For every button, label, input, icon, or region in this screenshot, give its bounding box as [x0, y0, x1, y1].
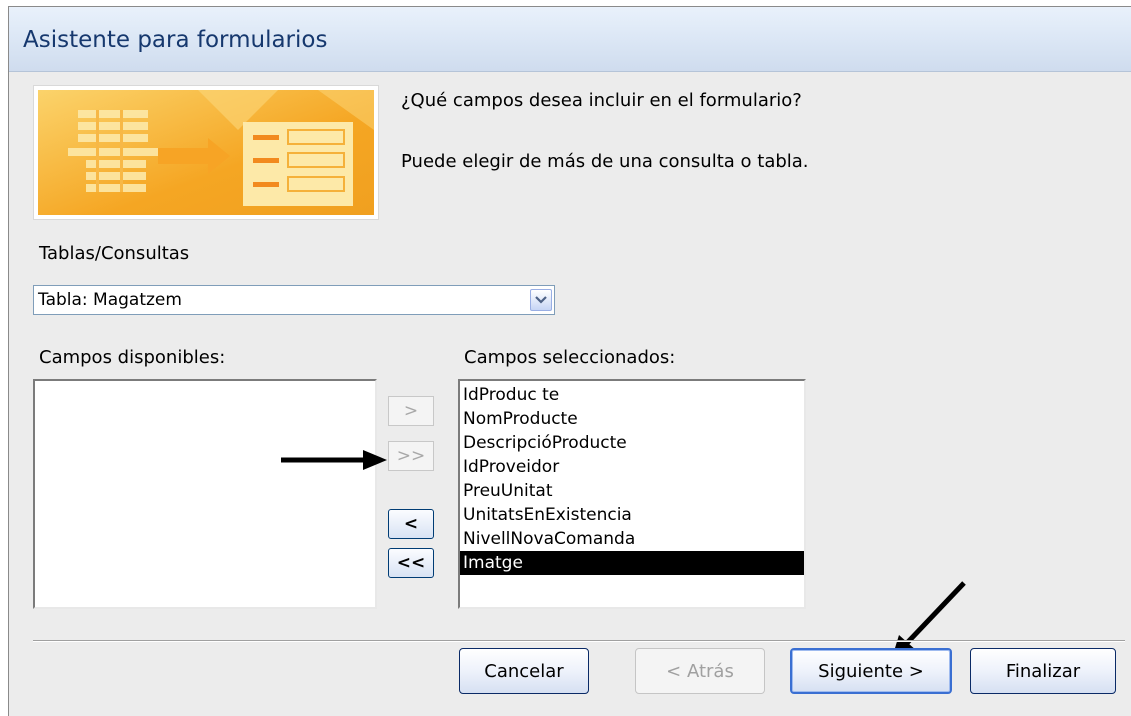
list-item-selected[interactable]: Imatge: [460, 551, 804, 575]
list-item[interactable]: PreuUnitat: [460, 479, 804, 503]
remove-field-button[interactable]: <: [388, 509, 434, 539]
finish-button[interactable]: Finalizar: [970, 648, 1116, 694]
add-all-fields-button[interactable]: >>: [388, 441, 434, 471]
combobox-value: Tabla: Magatzem: [38, 290, 182, 310]
question-text: ¿Qué campos desea incluir en el formular…: [401, 90, 802, 111]
combobox-dropdown-button[interactable]: [530, 289, 552, 311]
list-item[interactable]: IdProduc te: [460, 383, 804, 407]
add-field-button[interactable]: >: [388, 396, 434, 426]
tables-queries-label: Tablas/Consultas: [39, 243, 190, 264]
chevron-down-icon: [535, 296, 547, 304]
tables-queries-combobox[interactable]: Tabla: Magatzem: [33, 285, 555, 315]
wizard-dialog: Asistente para formularios ¿Qué campos d…: [8, 6, 1131, 716]
arrow-icon: [281, 450, 387, 470]
list-item[interactable]: NivellNovaComanda: [460, 527, 804, 551]
available-fields-list[interactable]: [33, 379, 377, 609]
remove-all-fields-button[interactable]: <<: [388, 548, 434, 578]
list-item[interactable]: UnitatsEnExistencia: [460, 503, 804, 527]
list-item[interactable]: IdProveidor: [460, 455, 804, 479]
selected-fields-label: Campos seleccionados:: [464, 347, 676, 368]
list-item[interactable]: NomProducte: [460, 407, 804, 431]
next-button[interactable]: Siguiente >: [790, 648, 952, 694]
available-fields-label: Campos disponibles:: [39, 347, 226, 368]
window-title: Asistente para formularios: [23, 27, 328, 53]
cancel-button[interactable]: Cancelar: [459, 648, 589, 694]
back-button[interactable]: < Atrás: [635, 648, 765, 694]
hint-text: Puede elegir de más de una consulta o ta…: [401, 151, 809, 172]
list-item[interactable]: DescripcióProducte: [460, 431, 804, 455]
footer-separator: [33, 640, 1125, 642]
wizard-illustration: [33, 85, 379, 220]
wizard-header: Asistente para formularios: [9, 7, 1131, 72]
selected-fields-list[interactable]: IdProduc te NomProducte DescripcióProduc…: [458, 379, 806, 609]
